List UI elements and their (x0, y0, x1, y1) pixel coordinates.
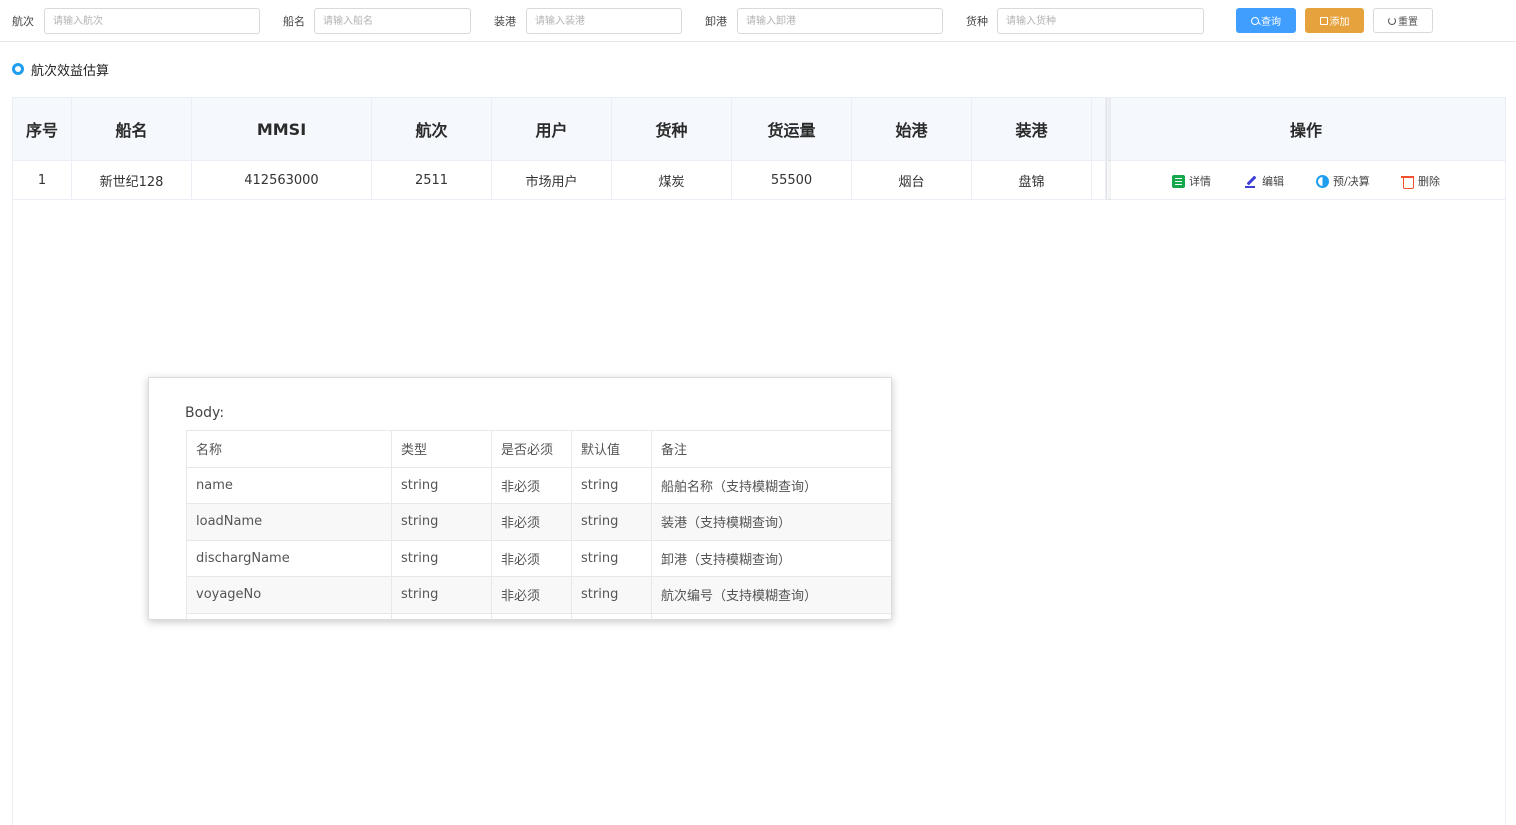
param-type: string (392, 467, 492, 503)
settlement-button[interactable]: 预/决算 (1316, 173, 1370, 189)
params-row: loadName string 非必须 string 装港（支持模糊查询） (187, 504, 891, 541)
param-required: 非必须 (492, 577, 572, 613)
params-row-partial (187, 613, 891, 619)
detail-button[interactable]: 详情 (1172, 173, 1211, 189)
edit-label: 编辑 (1262, 175, 1284, 188)
cell-ship: 新世纪128 (72, 161, 192, 199)
cell-cargo: 煤炭 (612, 161, 732, 199)
pencil-icon (1245, 175, 1258, 188)
fixed-column-shadow (1105, 98, 1111, 200)
column-header-user[interactable]: 用户 (492, 98, 612, 160)
param-required: 非必须 (492, 540, 572, 576)
cell-index: 1 (13, 161, 72, 199)
param-required: 非必须 (492, 467, 572, 503)
voyage-input[interactable] (44, 8, 260, 34)
column-header-cargo[interactable]: 货种 (612, 98, 732, 160)
column-header-actions: 操作 (1106, 98, 1505, 160)
query-button[interactable]: 查询 (1236, 8, 1296, 33)
cell-load-port: 盘锦 (972, 161, 1092, 199)
cell-hidden (1092, 161, 1106, 199)
cell-volume: 55500 (732, 161, 852, 199)
param-required: 非必须 (492, 504, 572, 540)
param-name: dischargName (187, 540, 392, 576)
half-circle-icon (1316, 174, 1329, 188)
reset-button[interactable]: 重置 (1373, 8, 1433, 33)
trash-icon (1401, 175, 1414, 189)
table-row[interactable]: 1 新世纪128 412563000 2511 市场用户 煤炭 55500 烟台… (13, 161, 1505, 200)
add-button[interactable]: 添加 (1305, 8, 1364, 33)
section-title: 航次效益估算 (12, 60, 110, 79)
param-name: loadName (187, 504, 392, 540)
param-default: string (572, 577, 652, 613)
params-header-type: 类型 (392, 431, 492, 467)
param-name: voyageNo (187, 577, 392, 613)
params-row: dischargName string 非必须 string 卸港（支持模糊查询… (187, 540, 891, 577)
params-row: name string 非必须 string 船舶名称（支持模糊查询） (187, 467, 891, 504)
load-port-input[interactable] (526, 8, 682, 34)
param-default: string (572, 467, 652, 503)
params-header-remark: 备注 (661, 443, 688, 459)
params-header-default: 默认值 (572, 431, 652, 467)
cell-actions: 详情 编辑 预/决算 删除 (1106, 161, 1505, 199)
delete-label: 删除 (1418, 175, 1440, 188)
param-remark: 航次编号（支持模糊查询） (661, 589, 818, 605)
body-params-popup: Body: 名称 类型 是否必须 默认值 备注 name string 非必须 … (148, 377, 892, 620)
param-default: string (572, 540, 652, 576)
settlement-label: 预/决算 (1333, 175, 1370, 188)
param-remark: 装港（支持模糊查询） (661, 516, 792, 532)
param-default: string (572, 504, 652, 540)
params-header-name: 名称 (187, 431, 392, 467)
param-type: string (392, 577, 492, 613)
reset-button-label: 重置 (1398, 17, 1418, 28)
column-header-volume[interactable]: 货运量 (732, 98, 852, 160)
column-header-load-port[interactable]: 装港 (972, 98, 1092, 160)
search-icon (1251, 16, 1259, 25)
column-header-index[interactable]: 序号 (13, 98, 72, 160)
param-remark: 卸港（支持模糊查询） (661, 552, 792, 568)
edit-button[interactable]: 编辑 (1245, 173, 1284, 189)
params-table: 名称 类型 是否必须 默认值 备注 name string 非必须 string… (186, 430, 891, 619)
popup-title: Body: (185, 405, 225, 421)
cell-mmsi: 412563000 (192, 161, 372, 199)
ship-label: 船名 (283, 15, 305, 28)
add-button-label: 添加 (1329, 17, 1350, 28)
param-name: name (187, 467, 392, 503)
filter-bar: 航次 船名 装港 卸港 货种 查询 添加 重置 (0, 0, 1516, 42)
cell-voyage: 2511 (372, 161, 492, 199)
query-button-label: 查询 (1261, 17, 1281, 28)
add-icon (1319, 16, 1328, 25)
cell-user: 市场用户 (492, 161, 612, 199)
circle-icon (12, 63, 24, 75)
column-header-origin-port[interactable]: 始港 (852, 98, 972, 160)
params-row: voyageNo string 非必须 string 航次编号（支持模糊查询） (187, 577, 891, 614)
param-type: string (392, 504, 492, 540)
refresh-icon (1388, 16, 1396, 25)
discharge-port-label: 卸港 (705, 15, 727, 28)
section-title-text: 航次效益估算 (31, 63, 110, 79)
cargo-label: 货种 (966, 15, 988, 28)
voyage-label: 航次 (12, 15, 34, 28)
discharge-port-input[interactable] (737, 8, 943, 34)
cell-origin-port: 烟台 (852, 161, 972, 199)
detail-label: 详情 (1189, 175, 1211, 188)
column-header-ship[interactable]: 船名 (72, 98, 192, 160)
column-header-hidden (1092, 98, 1106, 160)
ship-input[interactable] (314, 8, 471, 34)
table-header: 序号 船名 MMSI 航次 用户 货种 货运量 始港 装港 操作 (13, 98, 1505, 161)
column-header-mmsi[interactable]: MMSI (192, 98, 372, 160)
param-type: string (392, 540, 492, 576)
params-header-required: 是否必须 (492, 431, 572, 467)
cargo-input[interactable] (997, 8, 1204, 34)
delete-button[interactable]: 删除 (1401, 173, 1440, 189)
load-port-label: 装港 (494, 15, 516, 28)
column-header-voyage[interactable]: 航次 (372, 98, 492, 160)
list-icon (1172, 174, 1185, 188)
params-header-row: 名称 类型 是否必须 默认值 备注 (187, 431, 891, 468)
param-remark: 船舶名称（支持模糊查询） (661, 479, 818, 495)
